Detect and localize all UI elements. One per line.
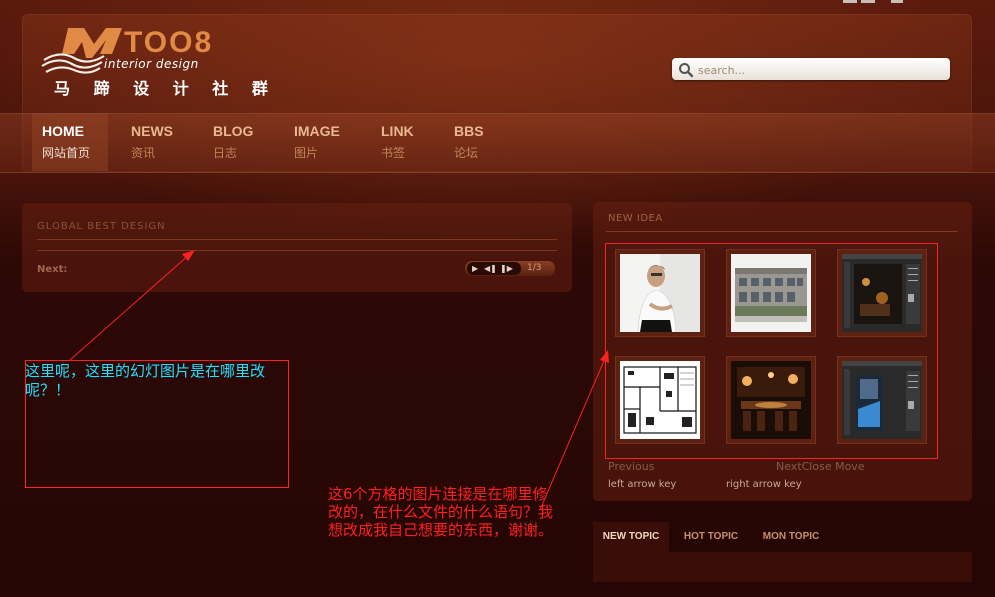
search-input[interactable]	[696, 60, 945, 80]
annotation-box-thumbnails	[605, 243, 938, 459]
divider	[37, 239, 557, 240]
nav-item-label: LINK	[381, 123, 414, 139]
nav-item-label: BLOG	[213, 123, 254, 139]
window-edge-marks	[843, 0, 903, 3]
nav-item-image[interactable]: IMAGE 图片	[284, 113, 354, 171]
previous-link[interactable]: Previous	[608, 460, 655, 473]
nav-item-label: IMAGE	[294, 123, 340, 139]
tab-hot-topic[interactable]: HOT TOPIC	[675, 522, 747, 552]
annotation-note-thumbnails: 这6个方格的图片连接是在哪里修改的，在什么文件的什么语句？我想改成我自己想要的东…	[328, 485, 554, 539]
next-close-move-link[interactable]: NextClose Move	[776, 460, 865, 473]
nav-item-news[interactable]: NEWS 资讯	[121, 113, 191, 171]
nav-item-sublabel: 资讯	[131, 146, 156, 160]
left-arrow-hint: left arrow key	[608, 479, 677, 490]
tab-mon-topic[interactable]: MON TOPIC	[753, 522, 829, 552]
slideshow-title: GLOBAL BEST DESIGN	[37, 221, 166, 232]
nav-item-blog[interactable]: BLOG 日志	[203, 113, 273, 171]
slideshow-counter: 1/3	[527, 263, 542, 273]
svg-text:TOO8: TOO8	[124, 26, 213, 59]
slideshow-next-label: Next:	[37, 264, 68, 275]
divider	[606, 231, 958, 232]
nav-item-sublabel: 图片	[294, 146, 319, 160]
logo-tagline: interior design	[104, 57, 199, 71]
nav-item-sublabel: 论坛	[454, 146, 479, 160]
annotation-note-slideshow: 这里呢，这里的幻灯图片是在哪里改呢？！	[25, 362, 266, 399]
tab-new-topic[interactable]: NEW TOPIC	[593, 522, 669, 552]
nav-item-label: BBS	[454, 123, 484, 139]
nav-item-sublabel: 日志	[213, 146, 238, 160]
nav-item-bbs[interactable]: BBS 论坛	[444, 113, 504, 171]
logo-chinese-name: 马 蹄 设 计 社 群	[54, 79, 277, 98]
right-arrow-hint: right arrow key	[726, 479, 802, 490]
nav-item-label: HOME	[42, 123, 84, 139]
topic-content	[593, 552, 972, 582]
next-icon[interactable]: ❚▶	[500, 262, 513, 275]
nav-item-sublabel: 书签	[381, 146, 406, 160]
nav-item-sublabel: 网站首页	[42, 146, 91, 160]
new-idea-title: NEW IDEA	[608, 213, 663, 224]
slideshow-panel	[22, 203, 572, 292]
play-icon[interactable]: ▶	[472, 262, 478, 275]
prev-icon[interactable]: ◀❚	[484, 262, 497, 275]
divider	[37, 250, 557, 251]
nav-item-label: NEWS	[131, 123, 173, 139]
search-icon[interactable]	[678, 62, 694, 78]
nav-item-link[interactable]: LINK 书签	[371, 113, 431, 171]
nav-item-home[interactable]: HOME 网站首页	[32, 113, 108, 171]
